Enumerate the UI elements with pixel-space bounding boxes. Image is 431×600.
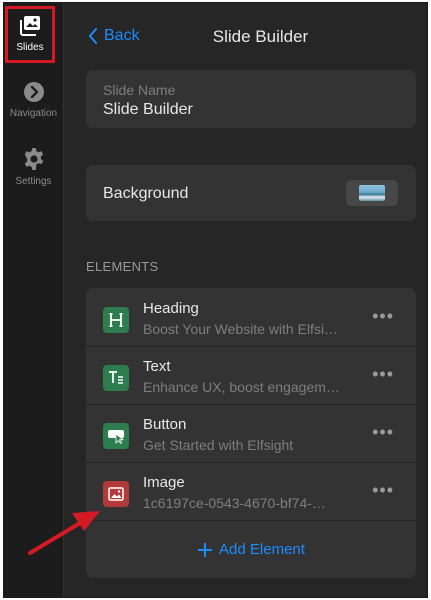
list-item-text[interactable]: Text Enhance UX, boost engagem… ••• — [86, 346, 416, 405]
slide-name-value: Slide Builder — [103, 101, 193, 118]
add-element-button[interactable]: Add Element — [86, 521, 416, 578]
background-setting[interactable]: Background — [86, 165, 416, 221]
more-options-icon[interactable]: ••• — [372, 480, 394, 501]
background-thumbnail[interactable] — [346, 180, 398, 206]
element-description: Get Started with Elfsight — [143, 437, 294, 453]
element-description: Enhance UX, boost engagem… — [143, 379, 340, 395]
page-title: Slide Builder — [212, 27, 309, 46]
slide-name-label: Slide Name — [103, 82, 176, 98]
sidebar-item-label: Settings — [15, 176, 52, 187]
element-description: Boost Your Website with Elfsi… — [143, 321, 339, 337]
more-options-icon[interactable]: ••• — [372, 364, 394, 385]
slides-icon — [20, 16, 40, 36]
main-panel: Back Slide Builder Slide Name Slide Buil… — [64, 3, 427, 597]
button-icon — [103, 423, 129, 449]
top-bar: Back Slide Builder — [64, 3, 427, 65]
plus-icon — [198, 542, 213, 557]
gear-icon — [24, 148, 43, 170]
annotation-arrow-icon — [28, 511, 100, 555]
element-description: 1c6197ce-0543-4670-bf74-… — [143, 495, 326, 511]
sidebar-item-label: Slides — [16, 42, 44, 53]
image-icon — [103, 481, 129, 507]
sidebar-item-label: Navigation — [9, 108, 58, 119]
element-name: Button — [143, 416, 187, 433]
chevron-right-circle-icon — [23, 82, 44, 102]
list-item-heading[interactable]: Heading Boost Your Website with Elfsi… •… — [86, 288, 416, 347]
heading-icon — [103, 307, 129, 333]
text-icon — [103, 365, 129, 391]
slide-name-field[interactable]: Slide Name Slide Builder — [86, 70, 416, 128]
list-item-button[interactable]: Button Get Started with Elfsight ••• — [86, 404, 416, 463]
element-name: Image — [143, 474, 185, 491]
add-element-label: Add Element — [219, 541, 305, 558]
element-name: Text — [143, 358, 171, 375]
more-options-icon[interactable]: ••• — [372, 306, 394, 327]
elements-section-title: ELEMENTS — [86, 259, 159, 274]
more-options-icon[interactable]: ••• — [372, 422, 394, 443]
elements-list: Heading Boost Your Website with Elfsi… •… — [86, 288, 416, 578]
image-thumbnail — [359, 185, 385, 201]
list-item-image[interactable]: Image 1c6197ce-0543-4670-bf74-… ••• — [86, 462, 416, 521]
sidebar-item-settings[interactable]: Settings — [4, 147, 63, 187]
sidebar-item-slides[interactable]: Slides — [5, 6, 55, 63]
sidebar-item-navigation[interactable]: Navigation — [4, 81, 63, 119]
element-name: Heading — [143, 300, 199, 317]
background-label: Background — [103, 185, 189, 202]
